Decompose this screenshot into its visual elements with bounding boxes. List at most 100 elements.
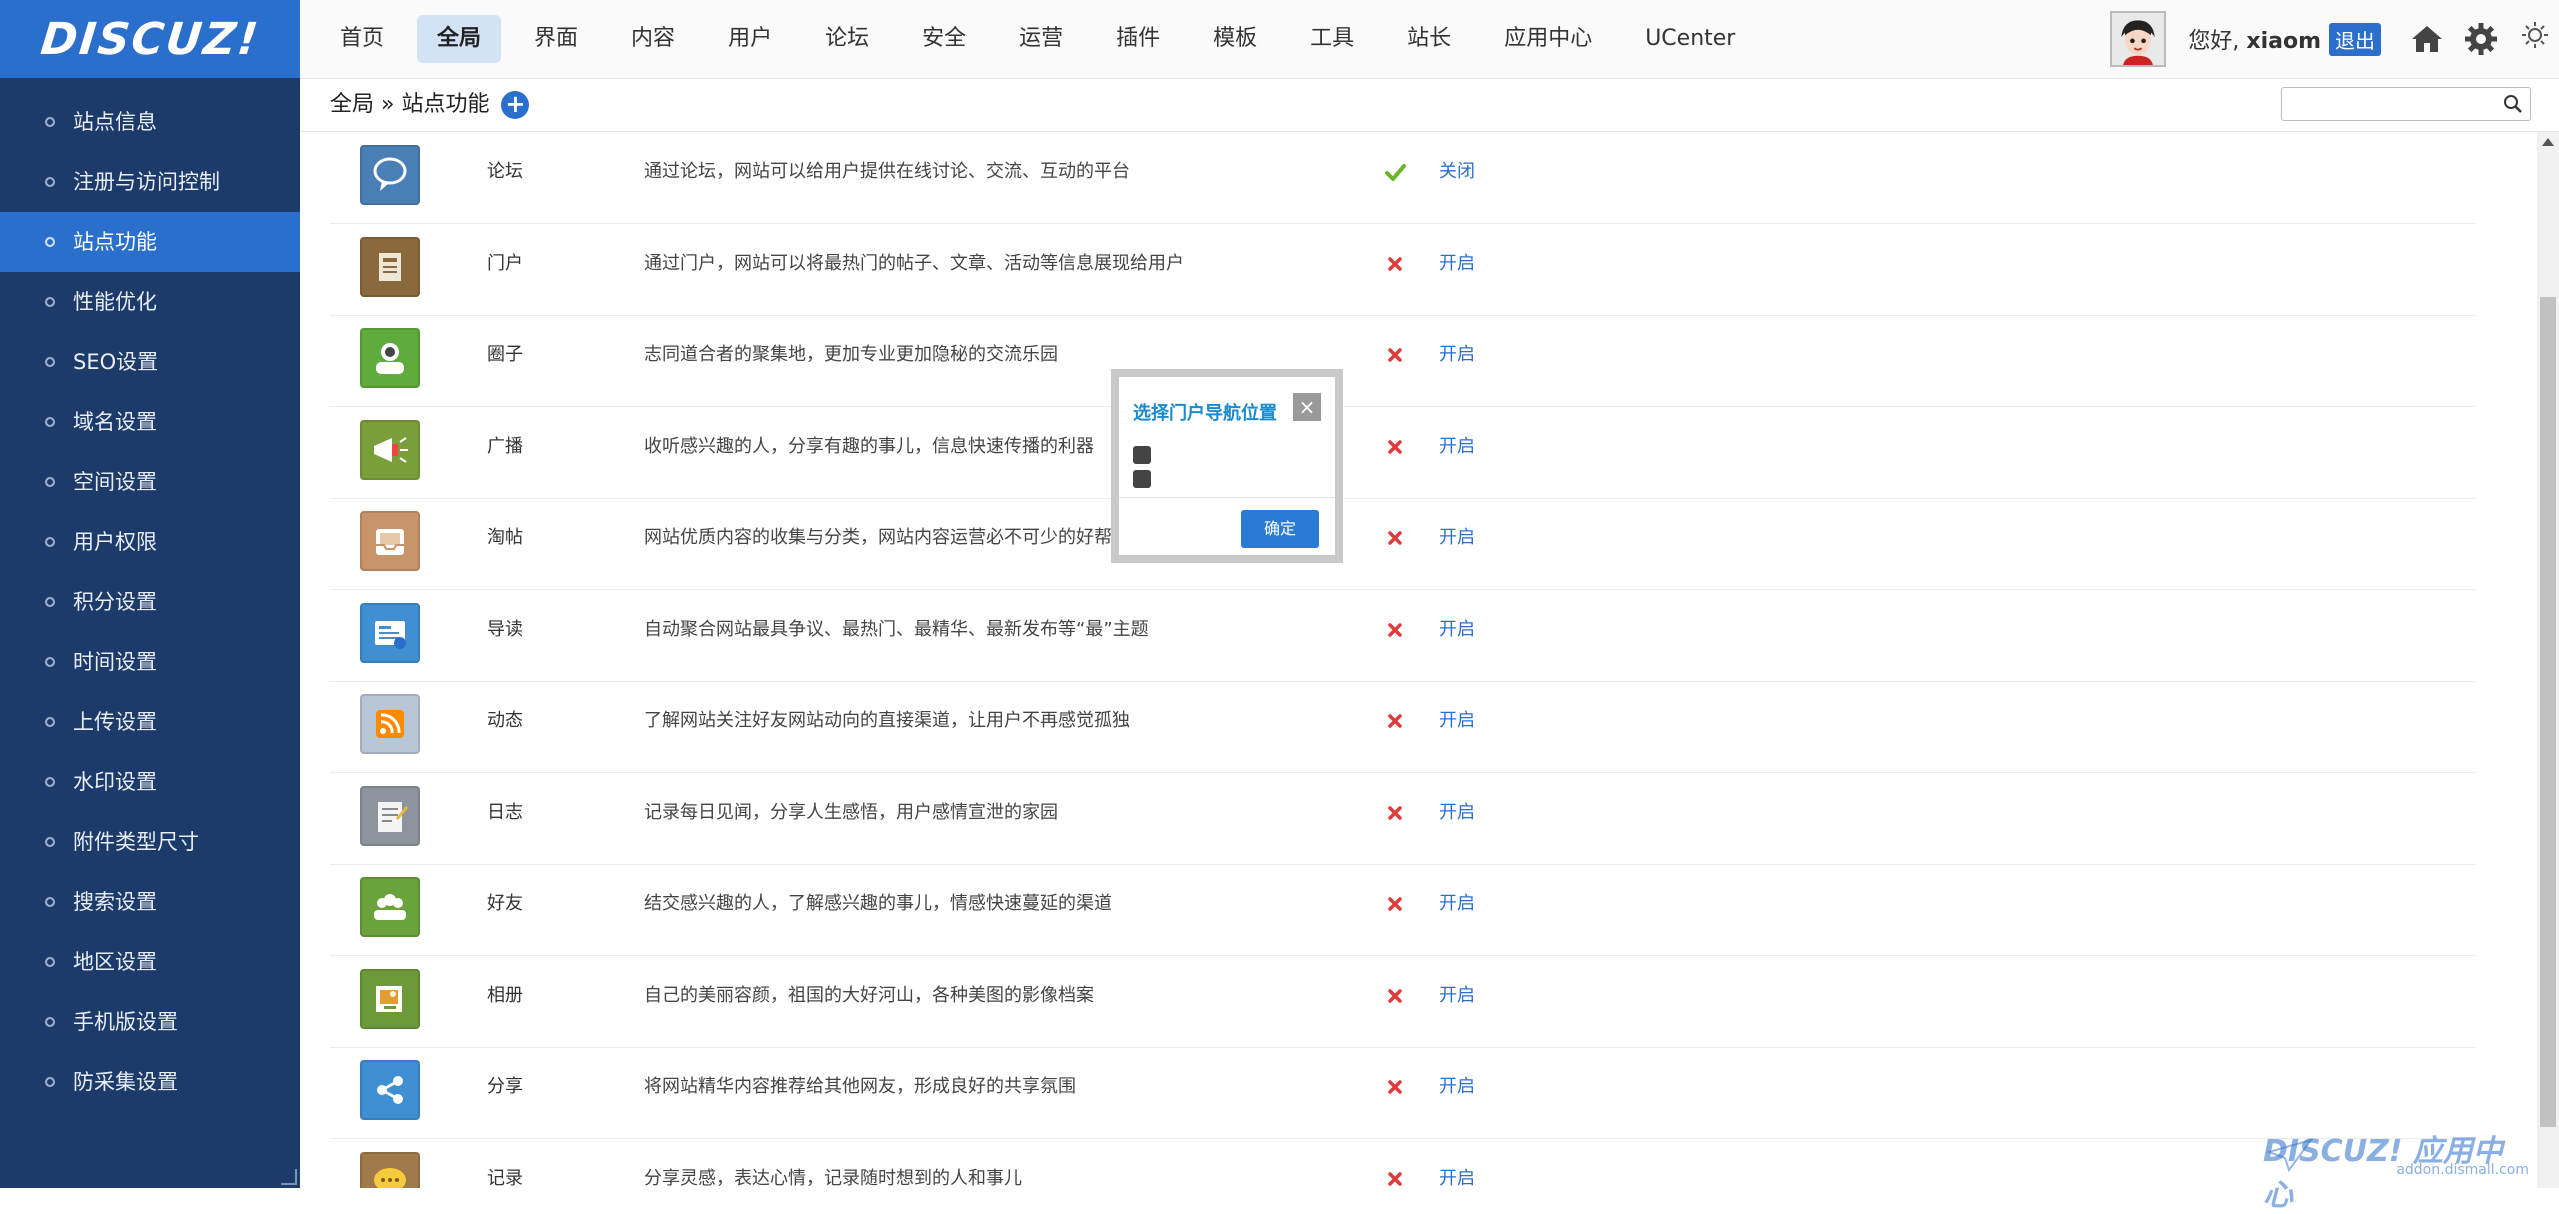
nav-item-9[interactable]: 模板 [1193,15,1277,63]
rss-icon [360,694,420,754]
feature-row: 日志 记录每日见闻，分享人生感悟，用户感情宣泄的家园 开启 [330,773,2475,865]
sidebar-item-12[interactable]: 附件类型尺寸 [0,812,300,872]
nav-item-12[interactable]: 应用中心 [1484,15,1612,63]
tray-icon [360,511,420,571]
feature-name: 圈子 [487,344,523,365]
username: xiaom [2246,29,2321,54]
nav-item-11[interactable]: 站长 [1387,15,1471,63]
sidebar-item-0[interactable]: 站点信息 [0,92,300,152]
feature-description: 志同道合者的聚集地，更加专业更加隐秘的交流乐园 [644,344,1058,365]
dialog-confirm-button[interactable]: 确定 [1241,510,1319,548]
logo-text: DISCUZ! [38,13,262,65]
feature-description: 自己的美丽容颜，祖国的大好河山，各种美图的影像档案 [644,984,1094,1006]
sun-icon[interactable] [2517,21,2553,57]
avatar[interactable] [2110,11,2167,67]
gear-icon[interactable] [2463,21,2499,57]
enable-link[interactable]: 开启 [1439,1139,1475,1189]
feature-name: 记录 [487,1167,523,1189]
newspaper-icon [360,236,420,297]
breadcrumb: 全局 » 站点功能 + [330,79,530,131]
sidebar-item-3[interactable]: 性能优化 [0,272,300,332]
search-icon[interactable] [2502,93,2524,115]
feature-description: 通过门户，网站可以将最热门的帖子、文章、活动等信息展现给用户 [644,252,1184,274]
dialog-close-button[interactable]: × [1293,393,1321,421]
photo-album-icon [360,968,420,1029]
sidebar-item-6[interactable]: 空间设置 [0,452,300,512]
breadcrumb-bar: 全局 » 站点功能 + [300,79,2559,132]
sidebar-item-11[interactable]: 水印设置 [0,752,300,812]
nav-item-8[interactable]: 插件 [1096,15,1180,63]
disable-link[interactable]: 关闭 [1439,132,1475,212]
feature-list: 论坛 通过论坛，网站可以给用户提供在线讨论、交流、互动的平台 关闭 门户 通过门户，网站… [300,132,2537,1188]
feature-name: 论坛 [487,161,523,182]
sidebar-item-10[interactable]: 上传设置 [0,692,300,752]
nav-item-5[interactable]: 论坛 [805,15,889,63]
feature-description: 记录每日见闻，分享人生感悟，用户感情宣泄的家园 [644,801,1058,823]
scroll-up-arrow-icon[interactable] [2542,138,2554,146]
cross-icon [1388,256,1402,271]
user-greeting: 您好, xiaom [2188,23,2321,55]
sidebar-item-8[interactable]: 积分设置 [0,572,300,632]
sidebar-item-14[interactable]: 地区设置 [0,932,300,992]
logout-button[interactable]: 退出 [2329,22,2381,56]
feature-description: 收听感兴趣的人，分享有趣的事儿，信息快速传播的利器 [644,435,1094,457]
sidebar-item-7[interactable]: 用户权限 [0,512,300,572]
scroll-thumb[interactable] [2540,297,2556,1127]
sidebar-item-13[interactable]: 搜索设置 [0,872,300,932]
nav-position-checkbox-1[interactable] [1133,446,1151,464]
sidebar-item-1[interactable]: 注册与访问控制 [0,152,300,212]
nav-position-checkbox-2[interactable] [1133,470,1151,488]
feature-row: 门户 通过门户，网站可以将最热门的帖子、文章、活动等信息展现给用户 开启 [330,224,2475,316]
sidebar-item-5[interactable]: 域名设置 [0,392,300,452]
search-input[interactable] [2288,88,2502,120]
feature-row: 相册 自己的美丽容颜，祖国的大好河山，各种美图的影像档案 开启 [330,956,2475,1048]
nav-item-4[interactable]: 用户 [708,15,792,63]
feature-name: 导读 [487,618,523,640]
sidebar-item-4[interactable]: SEO设置 [0,332,300,392]
enable-link[interactable]: 开启 [1439,956,1475,1036]
sidebar-item-2[interactable]: 站点功能 [0,212,300,272]
cross-icon [1388,805,1402,820]
resize-grip-icon[interactable] [281,1169,297,1185]
sidebar-item-16[interactable]: 防采集设置 [0,1052,300,1112]
feature-description: 通过论坛，网站可以给用户提供在线讨论、交流、互动的平台 [644,161,1130,182]
enable-link[interactable]: 开启 [1439,498,1475,578]
enable-link[interactable]: 开启 [1439,681,1475,761]
sidebar-item-9[interactable]: 时间设置 [0,632,300,692]
breadcrumb-root[interactable]: 全局 [330,79,374,131]
feature-name: 淘帖 [487,527,523,548]
sidebar-menu: 站点信息 注册与访问控制 站点功能 性能优化 SEO设置 域名设置 空间设置 用户权限 积分设置… [0,92,300,1112]
nav-item-6[interactable]: 安全 [902,15,986,63]
enable-link[interactable]: 开启 [1439,224,1475,304]
feature-description: 结交感兴趣的人，了解感兴趣的事儿，情感快速蔓延的渠道 [644,893,1112,914]
breadcrumb-current: 站点功能 [401,92,490,117]
enable-link[interactable]: 开启 [1439,1047,1475,1127]
nav-item-3[interactable]: 内容 [611,15,695,63]
cross-icon [1388,531,1402,545]
enable-link[interactable]: 开启 [1439,590,1475,670]
sidebar-item-15[interactable]: 手机版设置 [0,992,300,1052]
nav-item-13[interactable]: UCenter [1625,15,1755,63]
cross-icon [1388,714,1402,728]
feature-name: 好友 [487,893,523,914]
nav-item-7[interactable]: 运营 [999,15,1083,63]
cross-icon [1388,439,1402,454]
nav-item-0[interactable]: 首页 [320,15,404,63]
enable-link[interactable]: 开启 [1439,773,1475,853]
checkmark-icon [1385,164,1406,181]
nav-item-10[interactable]: 工具 [1290,15,1374,63]
nav-item-2[interactable]: 界面 [514,15,598,63]
cross-icon [1388,1171,1402,1186]
share-icon [360,1060,420,1120]
feature-row: 导读 自动聚合网站最具争议、最热门、最精华、最新发布等“最”主题 开启 [330,590,2475,682]
enable-link[interactable]: 开启 [1439,864,1475,944]
add-shortcut-button[interactable]: + [501,91,530,119]
home-icon[interactable] [2409,21,2445,57]
enable-link[interactable]: 开启 [1439,315,1475,395]
cross-icon [1388,348,1402,362]
logo[interactable]: DISCUZ! [0,0,300,78]
enable-link[interactable]: 开启 [1439,407,1475,487]
nav-item-1[interactable]: 全局 [417,15,502,63]
scrollbar[interactable] [2537,132,2559,1188]
feature-row: 动态 了解网站关注好友网站动向的直接渠道，让用户不再感觉孤独 开启 [330,681,2475,773]
